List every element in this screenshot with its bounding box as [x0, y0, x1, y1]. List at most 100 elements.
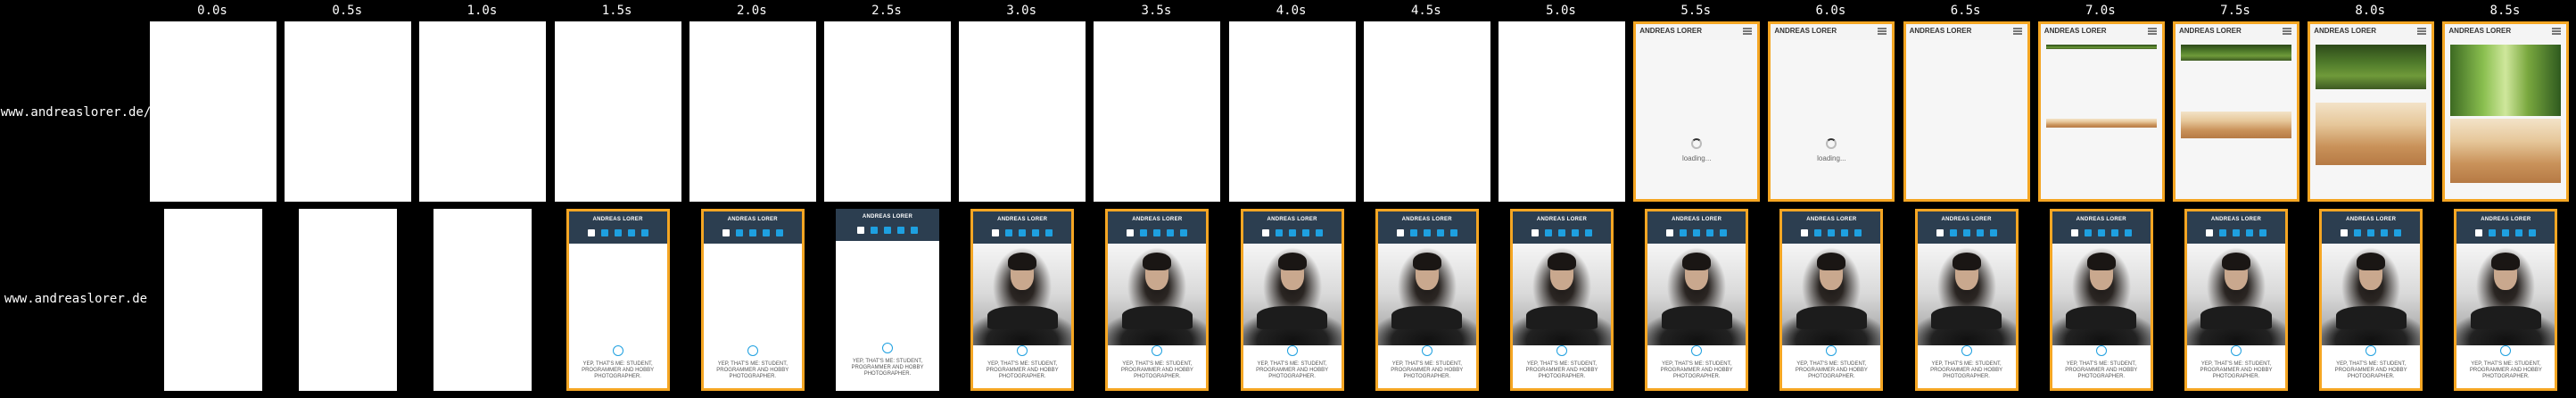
menu-icon[interactable]: [1878, 28, 1887, 35]
scroll-down-button[interactable]: [1286, 345, 1298, 356]
mail-icon[interactable]: [2381, 229, 2389, 236]
home-icon[interactable]: [2475, 229, 2483, 236]
home-icon[interactable]: [1666, 229, 1674, 236]
mail-icon[interactable]: [897, 227, 904, 234]
download-icon[interactable]: [1585, 229, 1592, 236]
scroll-down-button[interactable]: [1691, 345, 1703, 356]
github-icon[interactable]: [1545, 229, 1552, 236]
github-icon[interactable]: [2354, 229, 2362, 236]
scroll-down-button[interactable]: [1421, 345, 1432, 356]
twitter-icon[interactable]: [614, 229, 622, 236]
home-icon[interactable]: [1127, 229, 1135, 236]
home-icon[interactable]: [722, 229, 730, 236]
github-icon[interactable]: [735, 229, 743, 236]
github-icon[interactable]: [871, 227, 878, 234]
scroll-down-button[interactable]: [612, 345, 623, 356]
twitter-icon[interactable]: [1153, 229, 1161, 236]
twitter-icon[interactable]: [2502, 229, 2510, 236]
scroll-down-button[interactable]: [1017, 345, 1028, 356]
download-icon[interactable]: [1989, 229, 1997, 236]
home-icon[interactable]: [857, 227, 864, 234]
github-icon[interactable]: [1275, 229, 1283, 236]
scroll-down-button[interactable]: [1826, 345, 1837, 356]
mail-icon[interactable]: [762, 229, 770, 236]
menu-icon[interactable]: [2417, 28, 2427, 35]
twitter-icon[interactable]: [1019, 229, 1027, 236]
twitter-icon[interactable]: [1828, 229, 1836, 236]
github-icon[interactable]: [1814, 229, 1822, 236]
scroll-down-button[interactable]: [1556, 345, 1567, 356]
download-icon[interactable]: [1180, 229, 1188, 236]
twitter-icon[interactable]: [884, 227, 891, 234]
download-icon[interactable]: [2259, 229, 2266, 236]
mail-icon[interactable]: [1032, 229, 1040, 236]
scroll-down-button[interactable]: [2500, 345, 2512, 356]
download-icon[interactable]: [1045, 229, 1053, 236]
github-icon[interactable]: [1140, 229, 1148, 236]
github-icon[interactable]: [1005, 229, 1013, 236]
home-icon[interactable]: [1801, 229, 1809, 236]
github-icon[interactable]: [1949, 229, 1957, 236]
download-icon[interactable]: [1449, 229, 1457, 236]
twitter-icon[interactable]: [1693, 229, 1701, 236]
home-icon[interactable]: [2070, 229, 2078, 236]
menu-icon[interactable]: [2147, 28, 2157, 35]
twitter-icon[interactable]: [1288, 229, 1296, 236]
frame-row1-17: ANDREAS LORER: [2442, 21, 2570, 202]
github-icon[interactable]: [1680, 229, 1688, 236]
mail-icon[interactable]: [1706, 229, 1714, 236]
download-icon[interactable]: [640, 229, 648, 236]
mail-icon[interactable]: [1841, 229, 1849, 236]
download-icon[interactable]: [2394, 229, 2402, 236]
mail-icon[interactable]: [2110, 229, 2118, 236]
home-icon[interactable]: [1261, 229, 1269, 236]
github-icon[interactable]: [2219, 229, 2226, 236]
hair: [1952, 253, 1981, 270]
download-icon[interactable]: [1854, 229, 1862, 236]
mail-icon[interactable]: [2515, 229, 2523, 236]
home-icon[interactable]: [2341, 229, 2349, 236]
github-icon[interactable]: [1409, 229, 1417, 236]
scroll-down-button[interactable]: [2365, 345, 2377, 356]
scroll-down-button[interactable]: [1152, 345, 1163, 356]
twitter-icon[interactable]: [748, 229, 756, 236]
twitter-icon[interactable]: [1558, 229, 1565, 236]
mail-icon[interactable]: [1301, 229, 1309, 236]
download-icon[interactable]: [1720, 229, 1728, 236]
mail-icon[interactable]: [627, 229, 635, 236]
menu-icon[interactable]: [2552, 28, 2562, 35]
scroll-down-button[interactable]: [882, 343, 893, 353]
home-icon[interactable]: [587, 229, 595, 236]
mail-icon[interactable]: [1167, 229, 1175, 236]
twitter-icon[interactable]: [2233, 229, 2240, 236]
twitter-icon[interactable]: [2097, 229, 2105, 236]
twitter-icon[interactable]: [1962, 229, 1970, 236]
menu-icon[interactable]: [2283, 28, 2291, 35]
github-icon[interactable]: [2489, 229, 2497, 236]
mail-icon[interactable]: [1436, 229, 1444, 236]
download-icon[interactable]: [1315, 229, 1323, 236]
scroll-down-button[interactable]: [1961, 345, 1972, 356]
menu-icon[interactable]: [1743, 28, 1753, 35]
mail-icon[interactable]: [1976, 229, 1984, 236]
home-icon[interactable]: [1936, 229, 1944, 236]
github-icon[interactable]: [600, 229, 608, 236]
scroll-down-button[interactable]: [747, 345, 758, 356]
home-icon[interactable]: [2206, 229, 2213, 236]
download-icon[interactable]: [2124, 229, 2132, 236]
mail-icon[interactable]: [1572, 229, 1579, 236]
github-icon[interactable]: [2084, 229, 2092, 236]
home-icon[interactable]: [1532, 229, 1539, 236]
home-icon[interactable]: [992, 229, 1000, 236]
download-icon[interactable]: [2529, 229, 2537, 236]
home-icon[interactable]: [1396, 229, 1404, 236]
scroll-down-button[interactable]: [2095, 345, 2107, 356]
frame-row2-6: ANDREAS LORER YEP, THAT'S ME: STUDENT, PR…: [970, 209, 1075, 391]
mail-icon[interactable]: [2246, 229, 2253, 236]
scroll-down-button[interactable]: [2231, 345, 2242, 356]
download-icon[interactable]: [775, 229, 783, 236]
download-icon[interactable]: [911, 227, 918, 234]
menu-icon[interactable]: [2012, 28, 2022, 35]
twitter-icon[interactable]: [1423, 229, 1431, 236]
twitter-icon[interactable]: [2367, 229, 2375, 236]
